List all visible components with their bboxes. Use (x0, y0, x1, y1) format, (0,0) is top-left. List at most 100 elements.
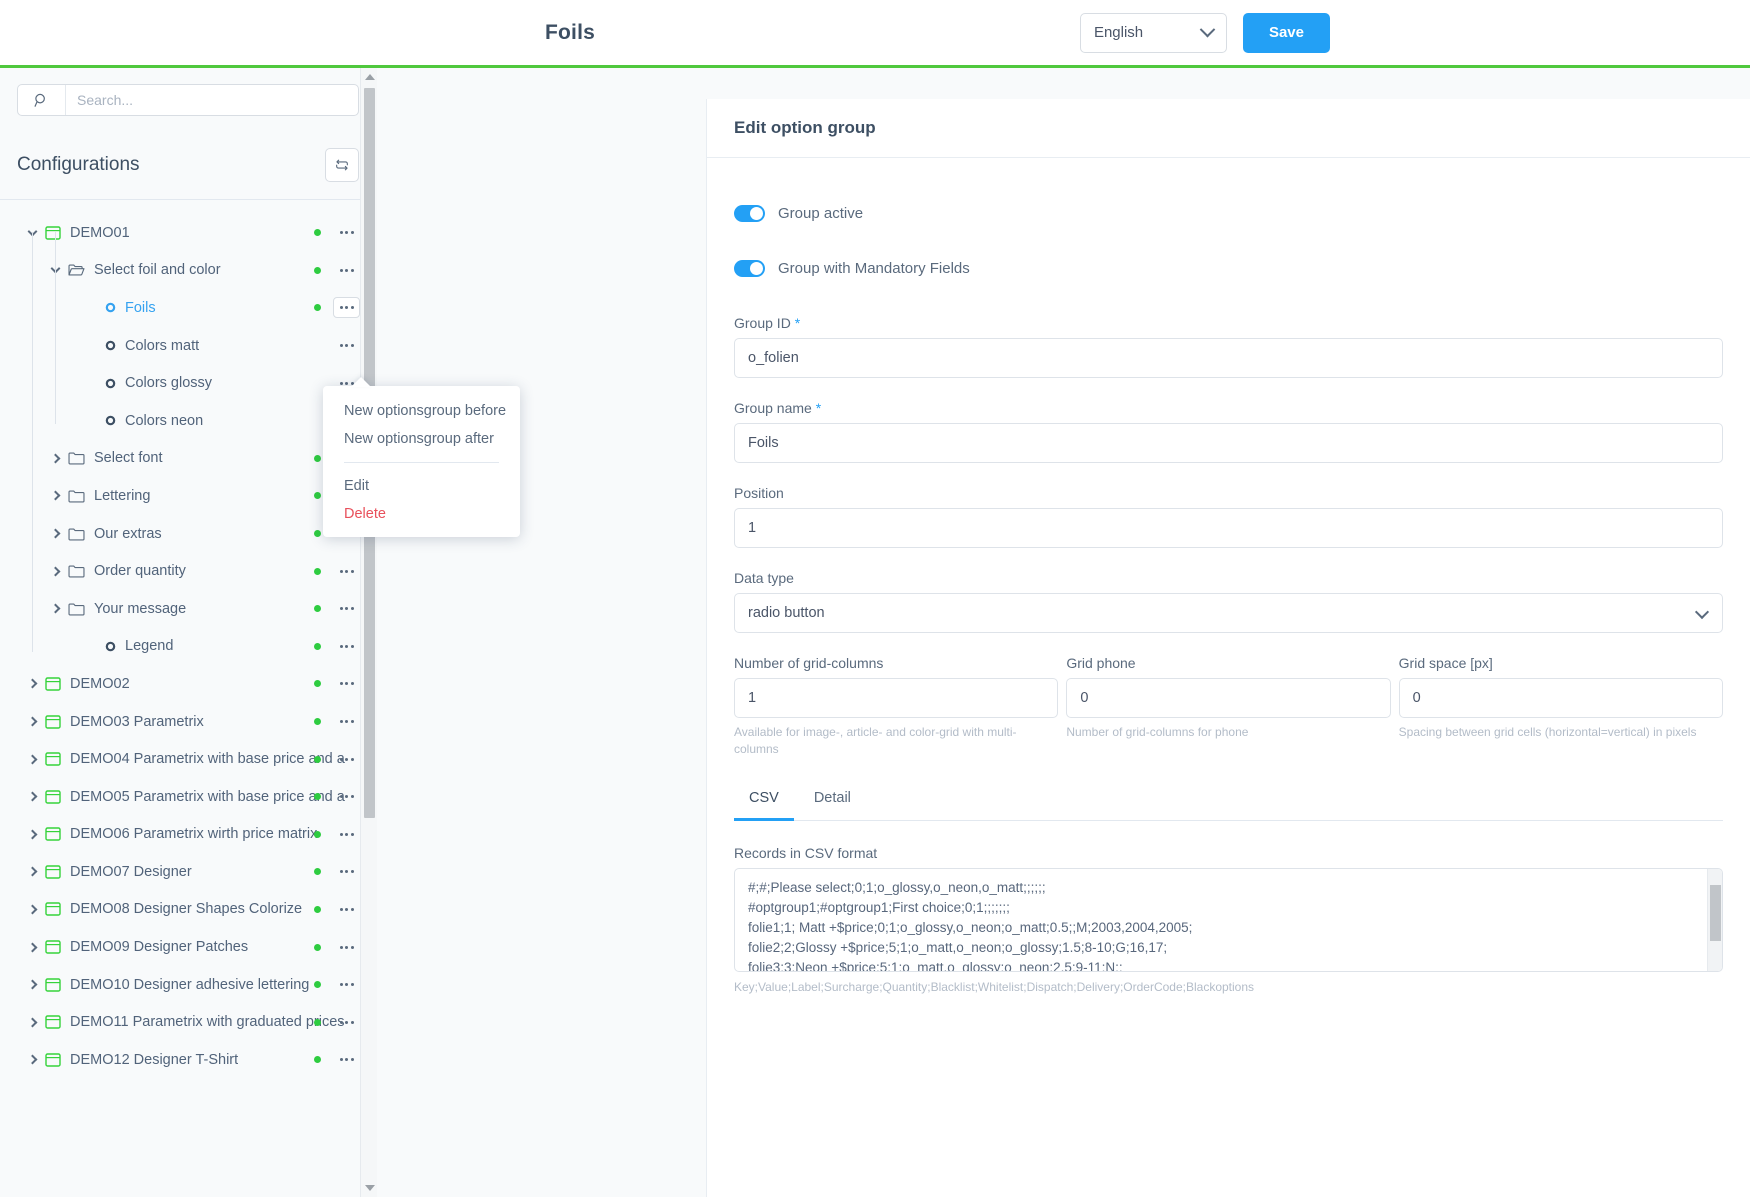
tree-item-lettering[interactable]: Lettering (0, 477, 376, 515)
tree-item-colors-neon[interactable]: Colors neon (0, 402, 376, 440)
chevron-right-icon[interactable] (47, 563, 63, 579)
tree-item-select-foil-and-color[interactable]: Select foil and color (0, 252, 376, 290)
tab-csv[interactable]: CSV (734, 780, 794, 822)
chevron-right-icon[interactable] (24, 1052, 40, 1068)
tree-item-menu-button[interactable] (333, 561, 360, 582)
tree-item-label: Lettering (94, 487, 151, 504)
status-dot (314, 492, 321, 500)
chevron-right-icon[interactable] (24, 676, 40, 692)
tree-item-demo10-designer-adhesive-lettering[interactable]: DEMO10 Designer adhesive lettering (0, 966, 376, 1004)
tree-item-legend[interactable]: Legend (0, 628, 376, 666)
tree-item-demo07-designer[interactable]: DEMO07 Designer (0, 853, 376, 891)
chevron-right-icon[interactable] (24, 901, 40, 917)
language-select[interactable]: English (1079, 12, 1227, 53)
refresh-button[interactable] (325, 147, 359, 182)
context-menu-item-new-after[interactable]: New optionsgroup after (323, 425, 520, 453)
csv-records-label: Records in CSV format (734, 845, 878, 862)
chevron-right-icon[interactable] (47, 601, 63, 617)
tree-item-demo05-parametrix-with-base-price-and-a[interactable]: DEMO05 Parametrix with base price and a (0, 778, 376, 816)
grid-phone-input[interactable] (1066, 678, 1391, 718)
sidebar-scrollbar[interactable] (360, 68, 377, 1197)
tree-item-demo03-parametrix[interactable]: DEMO03 Parametrix (0, 703, 376, 741)
tree-item-our-extras[interactable]: Our extras (0, 515, 376, 553)
chevron-right-icon[interactable] (24, 714, 40, 730)
sidebar: Configurations DEMO01 Select foil and col… (0, 68, 520, 1197)
tree-item-menu-button[interactable] (333, 937, 360, 958)
tree-item-demo04-parametrix-with-base-price-and-a[interactable]: DEMO04 Parametrix with base price and a (0, 740, 376, 778)
group-id-label-text: Group ID (734, 315, 791, 331)
search-box[interactable] (17, 84, 359, 116)
tree-item-demo09-designer-patches[interactable]: DEMO09 Designer Patches (0, 928, 376, 966)
context-menu-item-delete[interactable]: Delete (323, 500, 520, 528)
group-active-label: Group active (778, 205, 864, 222)
group-mandatory-toggle[interactable] (734, 260, 765, 277)
context-menu-item-edit[interactable]: Edit (323, 472, 520, 500)
tree-item-demo06-parametrix-wirth-price-matrix[interactable]: DEMO06 Parametrix wirth price matrix (0, 816, 376, 854)
scroll-down-icon[interactable] (365, 1185, 375, 1191)
tree-item-menu-button[interactable] (333, 899, 360, 920)
status-dot (314, 981, 321, 989)
csv-scrollbar[interactable] (1707, 869, 1722, 972)
tree-item-menu-button[interactable] (333, 786, 360, 807)
chevron-right-icon[interactable] (47, 450, 63, 466)
tree-item-menu-button[interactable] (333, 673, 360, 694)
context-menu-item-new-before[interactable]: New optionsgroup before (323, 397, 520, 425)
tree-item-label: DEMO12 Designer T-Shirt (70, 1051, 239, 1068)
group-id-input[interactable] (734, 338, 1723, 378)
tree-item-menu-button[interactable] (333, 598, 360, 619)
chevron-right-icon[interactable] (24, 939, 40, 955)
tree-item-select-font[interactable]: Select font (0, 440, 376, 478)
grid-phone-field: Grid phone Number of grid-columns for ph… (1066, 655, 1391, 758)
chevron-right-icon[interactable] (47, 488, 63, 504)
grid-columns-input[interactable] (734, 678, 1059, 718)
chevron-right-icon[interactable] (24, 789, 40, 805)
tree-item-order-quantity[interactable]: Order quantity (0, 552, 376, 590)
search-input[interactable] (66, 85, 358, 115)
tree-item-your-message[interactable]: Your message (0, 590, 376, 628)
chevron-right-icon[interactable] (24, 1014, 40, 1030)
tree-item-colors-glossy[interactable]: Colors glossy (0, 364, 376, 402)
tree-item-menu-button[interactable] (333, 974, 360, 995)
tree-item-menu-button[interactable] (333, 260, 360, 281)
tree-item-menu-button[interactable] (333, 861, 360, 882)
tree-item-menu-button[interactable] (333, 824, 360, 845)
tree-item-demo12-designer-t-shirt[interactable]: DEMO12 Designer T-Shirt (0, 1041, 376, 1079)
window-icon (45, 827, 61, 841)
tree-item-menu-button[interactable] (333, 749, 360, 770)
tree-item-menu-button[interactable] (333, 297, 360, 319)
tree-item-menu-button[interactable] (333, 1012, 360, 1033)
tab-detail[interactable]: Detail (799, 780, 866, 821)
chevron-right-icon[interactable] (47, 526, 63, 542)
tree-item-menu-button[interactable] (333, 1049, 360, 1070)
window-icon (45, 752, 61, 766)
tree-item-menu-button[interactable] (333, 711, 360, 732)
tree-item-label: Select font (94, 450, 163, 467)
chevron-right-icon[interactable] (24, 751, 40, 767)
data-type-select[interactable] (734, 593, 1723, 633)
tree-item-demo08-designer-shapes-colorize[interactable]: DEMO08 Designer Shapes Colorize (0, 891, 376, 929)
group-active-toggle[interactable] (734, 205, 765, 222)
tree-item-menu-button[interactable] (333, 222, 360, 243)
group-name-input[interactable] (734, 423, 1723, 463)
tree-item-demo02[interactable]: DEMO02 (0, 665, 376, 703)
status-dot (314, 943, 321, 951)
tree-item-demo11-parametrix-with-graduated-prices[interactable]: DEMO11 Parametrix with graduated prices (0, 1003, 376, 1041)
tree-item-demo01[interactable]: DEMO01 (0, 214, 376, 252)
window-icon (45, 714, 61, 729)
chevron-right-icon[interactable] (24, 826, 40, 842)
grid-space-input[interactable] (1398, 678, 1723, 718)
csv-scrollbar-thumb[interactable] (1710, 885, 1721, 942)
tree-item-colors-matt[interactable]: Colors matt (0, 327, 376, 365)
chevron-right-icon[interactable] (24, 864, 40, 880)
tree-item-menu-button[interactable] (333, 636, 360, 657)
save-button[interactable]: Save (1242, 12, 1330, 53)
status-dot (314, 793, 321, 801)
scroll-up-icon[interactable] (365, 74, 375, 80)
tree-item-foils[interactable]: Foils (0, 289, 376, 327)
required-marker: * (794, 315, 801, 331)
chevron-right-icon[interactable] (24, 977, 40, 993)
csv-textarea[interactable]: #;#;Please select;0;1;o_glossy,o_neon,o_… (734, 868, 1723, 973)
data-type-field: Data type (734, 570, 1723, 633)
tree-item-menu-button[interactable] (333, 335, 360, 356)
position-input[interactable] (734, 508, 1723, 548)
